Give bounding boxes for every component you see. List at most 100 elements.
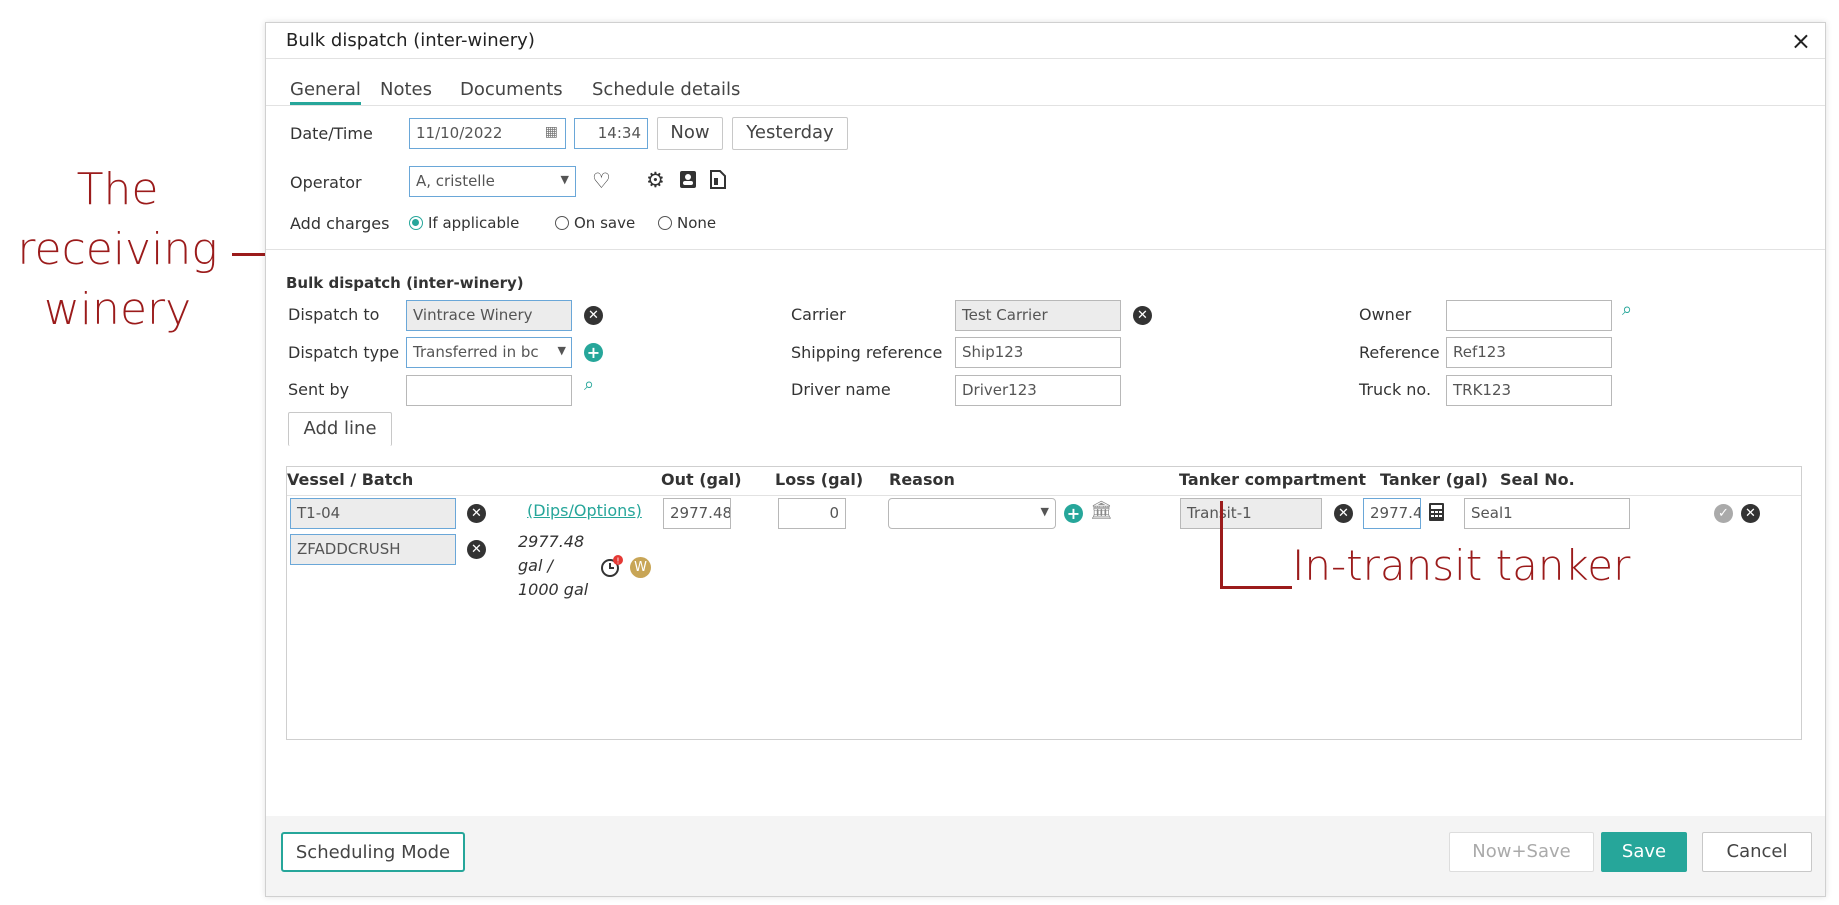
shipping-reference-label: Shipping reference — [791, 343, 943, 362]
operator-label: Operator — [290, 173, 362, 192]
annotation-line: receiving — [17, 224, 218, 275]
column-header-vessel: Vessel / Batch — [287, 470, 414, 489]
now-button[interactable]: Now — [657, 117, 723, 150]
out-gal-input[interactable]: 2977.48 — [663, 498, 731, 529]
reference-label: Reference — [1359, 343, 1440, 362]
chevron-down-icon: ▼ — [1040, 505, 1049, 518]
radio-if-applicable[interactable] — [409, 216, 423, 230]
now-save-button[interactable]: Now+Save — [1449, 832, 1594, 872]
owner-input[interactable] — [1446, 300, 1612, 331]
annotation-line: The — [76, 164, 159, 215]
tanker-gal-input[interactable]: 2977.48 — [1363, 498, 1421, 529]
dispatch-to-label: Dispatch to — [288, 305, 380, 324]
clear-dispatch-to-icon[interactable]: ✕ — [584, 306, 603, 325]
tab-documents[interactable]: Documents — [460, 79, 563, 100]
calendar-icon[interactable]: ▦ — [545, 124, 558, 140]
section-divider — [266, 249, 1825, 250]
seal-no-input[interactable]: Seal1 — [1464, 498, 1630, 529]
reference-input[interactable]: Ref123 — [1446, 337, 1612, 368]
reason-select[interactable]: ▼ — [888, 498, 1056, 529]
vessel-input[interactable]: T1-04 — [290, 498, 456, 529]
bank-icon[interactable]: 🏛 — [1090, 500, 1113, 521]
gear-icon[interactable]: ⚙ — [646, 168, 665, 192]
datetime-label: Date/Time — [290, 124, 373, 143]
volume-line: 2977.48 — [518, 532, 585, 551]
remove-line-icon[interactable]: ✕ — [1741, 504, 1760, 523]
tab-general[interactable]: General — [290, 79, 361, 105]
column-header-out: Out (gal) — [661, 470, 742, 489]
clear-compartment-icon[interactable]: ✕ — [1334, 504, 1353, 523]
sent-by-input[interactable] — [406, 375, 572, 406]
contact-card-icon[interactable] — [679, 169, 697, 189]
document-icon[interactable] — [709, 169, 727, 189]
dispatch-to-input[interactable]: Vintrace Winery — [406, 300, 572, 331]
check-icon[interactable]: ✓ — [1714, 504, 1733, 523]
driver-name-input[interactable]: Driver123 — [955, 375, 1121, 406]
clear-carrier-icon[interactable]: ✕ — [1133, 306, 1152, 325]
column-header-tanker: Tanker (gal) — [1380, 470, 1488, 489]
add-line-button[interactable]: Add line — [288, 412, 392, 446]
radio-label-none: None — [677, 214, 717, 232]
dips-options-link[interactable]: (Dips/Options) — [527, 501, 642, 520]
batch-input[interactable]: ZFADDCRUSH — [290, 534, 456, 565]
clock-alert-icon[interactable]: ! — [600, 555, 624, 579]
tanker-compartment-input[interactable]: Transit-1 — [1180, 498, 1322, 529]
dispatch-type-select[interactable]: Transferred in bc ▼ — [406, 337, 572, 368]
favorite-heart-icon[interactable]: ♡ — [592, 169, 611, 193]
tab-schedule-details[interactable]: Schedule details — [592, 79, 740, 100]
loss-gal-input[interactable]: 0 — [778, 498, 846, 529]
header-divider — [287, 495, 1801, 496]
radio-none[interactable] — [658, 216, 672, 230]
annotation-leader-line — [1220, 586, 1292, 589]
dialog-title: Bulk dispatch (inter-winery) — [286, 30, 535, 51]
clear-batch-icon[interactable]: ✕ — [467, 540, 486, 559]
cancel-button[interactable]: Cancel — [1702, 832, 1812, 872]
add-dispatch-type-icon[interactable]: + — [584, 343, 603, 362]
radio-label-if-applicable: If applicable — [428, 214, 520, 232]
annotation-leader-line — [1220, 501, 1223, 589]
section-title: Bulk dispatch (inter-winery) — [286, 274, 524, 292]
dialog-titlebar: Bulk dispatch (inter-winery) × — [266, 23, 1825, 59]
close-icon[interactable]: × — [1791, 27, 1811, 55]
save-button[interactable]: Save — [1601, 832, 1687, 872]
charges-label: Add charges — [290, 214, 390, 233]
search-icon[interactable]: ⌕ — [584, 374, 594, 395]
add-reason-icon[interactable]: + — [1064, 504, 1083, 523]
svg-text:!: ! — [616, 557, 619, 566]
operator-select[interactable]: A, cristelle ▼ — [409, 166, 576, 197]
date-value: 11/10/2022 — [416, 124, 503, 142]
date-input[interactable]: 11/10/2022 ▦ — [409, 118, 566, 149]
column-header-reason: Reason — [889, 470, 955, 489]
bulk-dispatch-dialog: Bulk dispatch (inter-winery) × General N… — [265, 22, 1826, 897]
column-header-seal: Seal No. — [1500, 470, 1575, 489]
column-header-loss: Loss (gal) — [775, 470, 864, 489]
time-input[interactable]: 14:34 — [574, 118, 648, 149]
tab-notes[interactable]: Notes — [380, 79, 432, 100]
chevron-down-icon: ▼ — [557, 344, 566, 357]
dialog-footer: Scheduling Mode Now+Save Save Cancel — [266, 816, 1825, 896]
volume-info: 2977.48 gal / 1000 gal — [518, 530, 588, 602]
scheduling-mode-button[interactable]: Scheduling Mode — [281, 832, 465, 872]
annotation-line: winery — [43, 284, 192, 335]
driver-name-label: Driver name — [791, 380, 891, 399]
radio-on-save[interactable] — [555, 216, 569, 230]
column-header-tanker-compartment: Tanker compartment — [1179, 470, 1367, 489]
truck-no-input[interactable]: TRK123 — [1446, 375, 1612, 406]
yesterday-button[interactable]: Yesterday — [732, 117, 848, 150]
clear-vessel-icon[interactable]: ✕ — [467, 504, 486, 523]
operator-value: A, cristelle — [416, 172, 495, 190]
volume-line: 1000 gal — [518, 580, 589, 599]
shipping-reference-input[interactable]: Ship123 — [955, 337, 1121, 368]
dispatch-lines-grid: Vessel / Batch Out (gal) Loss (gal) Reas… — [286, 466, 1802, 740]
carrier-input[interactable]: Test Carrier — [955, 300, 1121, 331]
volume-line: gal / — [518, 556, 553, 575]
owner-label: Owner — [1359, 305, 1412, 324]
sent-by-label: Sent by — [288, 380, 350, 399]
search-icon[interactable]: ⌕ — [1622, 299, 1632, 320]
chevron-down-icon: ▼ — [560, 173, 569, 186]
truck-no-label: Truck no. — [1359, 380, 1432, 399]
w-badge-icon[interactable]: W — [630, 557, 651, 578]
calculator-icon[interactable] — [1428, 502, 1445, 522]
annotation-in-transit-tanker: In-transit tanker — [1292, 541, 1631, 590]
annotation-receiving-winery: The receiving winery — [0, 160, 235, 340]
